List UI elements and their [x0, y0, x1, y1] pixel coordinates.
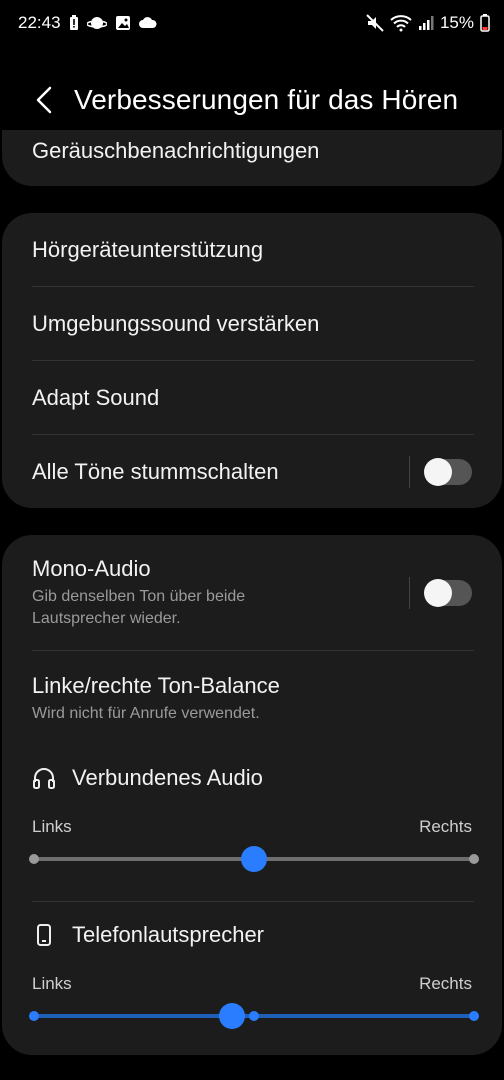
wifi-icon: [390, 14, 412, 32]
connected-audio-slider-block: Verbundenes Audio Links Rechts: [2, 765, 502, 879]
slider-left-endpoint: [29, 854, 39, 864]
slider-thumb[interactable]: [241, 846, 267, 872]
right-label: Rechts: [419, 974, 472, 993]
hearing-settings-card: Hörgeräteunterstützung Umgebungssound ve…: [2, 213, 502, 508]
sound-notifications-card: Geräuschbenachrichtigungen: [2, 130, 502, 186]
right-label: Rechts: [419, 817, 472, 836]
battery-icon: [480, 14, 490, 32]
mute-all-sounds-toggle[interactable]: [424, 457, 472, 486]
mute-all-sounds-label: Alle Töne stummschalten: [32, 458, 279, 484]
amplify-ambient-sound-label: Umgebungssound verstärken: [32, 311, 320, 336]
hearing-aid-support-item[interactable]: Hörgeräteunterstützung: [2, 213, 502, 287]
headphones-icon: [32, 767, 56, 789]
chevron-left-icon: [36, 86, 52, 114]
mono-audio-description: Gib denselben Ton über beide Lautspreche…: [32, 588, 246, 627]
balance-description: Wird nicht für Anrufe verwendet.: [32, 705, 260, 722]
amplify-ambient-sound-item[interactable]: Umgebungssound verstärken: [2, 287, 502, 361]
image-icon: [115, 15, 131, 31]
app-header: Verbesserungen für das Hören: [0, 70, 504, 130]
mute-all-sounds-item[interactable]: Alle Töne stummschalten: [2, 435, 502, 508]
balance-label: Linke/rechte Ton-Balance: [32, 673, 280, 698]
battery-alert-icon: [69, 15, 79, 31]
slider-right-endpoint: [469, 854, 479, 864]
hearing-aid-support-label: Hörgeräteunterstützung: [32, 237, 264, 262]
adapt-sound-label: Adapt Sound: [32, 385, 160, 410]
slider-right-endpoint: [469, 1011, 479, 1021]
sound-notifications-item[interactable]: Geräuschbenachrichtigungen: [2, 130, 502, 186]
signal-icon: [418, 15, 434, 31]
mono-audio-item[interactable]: Mono-Audio Gib denselben Ton über beide …: [2, 535, 502, 651]
divider: [32, 650, 474, 651]
slider-center-mark: [249, 1011, 259, 1021]
phone-speaker-slider-block: Telefonlautsprecher Links Rechts: [2, 922, 502, 1036]
status-time: 22:43: [18, 13, 61, 32]
mono-audio-toggle[interactable]: [424, 579, 472, 607]
phone-speaker-title: Telefonlautsprecher: [32, 922, 472, 948]
balance-header: Linke/rechte Ton-Balance Wird nicht für …: [2, 651, 502, 725]
connected-audio-balance-slider[interactable]: [29, 839, 479, 879]
adapt-sound-item[interactable]: Adapt Sound: [2, 361, 502, 435]
connected-audio-title: Verbundenes Audio: [32, 765, 472, 791]
battery-percent: 15%: [439, 13, 474, 32]
audio-balance-card: Mono-Audio Gib denselben Ton über beide …: [2, 535, 502, 1055]
toggle-separator: [409, 455, 410, 488]
left-label: Links: [32, 817, 72, 836]
status-bar: 22:43 15%: [0, 0, 504, 46]
phone-icon: [32, 923, 56, 947]
sound-notifications-label: Geräuschbenachrichtigungen: [32, 138, 320, 163]
mute-icon: [366, 14, 384, 32]
mono-audio-label: Mono-Audio: [32, 556, 151, 581]
toggle-knob: [424, 457, 452, 486]
planet-icon: [86, 15, 107, 31]
page-title: Verbesserungen für das Hören: [74, 84, 459, 115]
toggle-separator: [409, 577, 410, 609]
divider: [32, 901, 474, 902]
slider-left-endpoint: [29, 1011, 39, 1021]
slider-thumb[interactable]: [218, 1003, 245, 1029]
phone-speaker-balance-slider[interactable]: [29, 996, 479, 1036]
cloud-icon: [138, 16, 157, 30]
connected-audio-label: Verbundenes Audio: [72, 765, 263, 790]
toggle-knob: [424, 579, 452, 607]
back-button[interactable]: [14, 70, 74, 130]
phone-speaker-label: Telefonlautsprecher: [72, 922, 265, 947]
left-label: Links: [32, 974, 72, 993]
